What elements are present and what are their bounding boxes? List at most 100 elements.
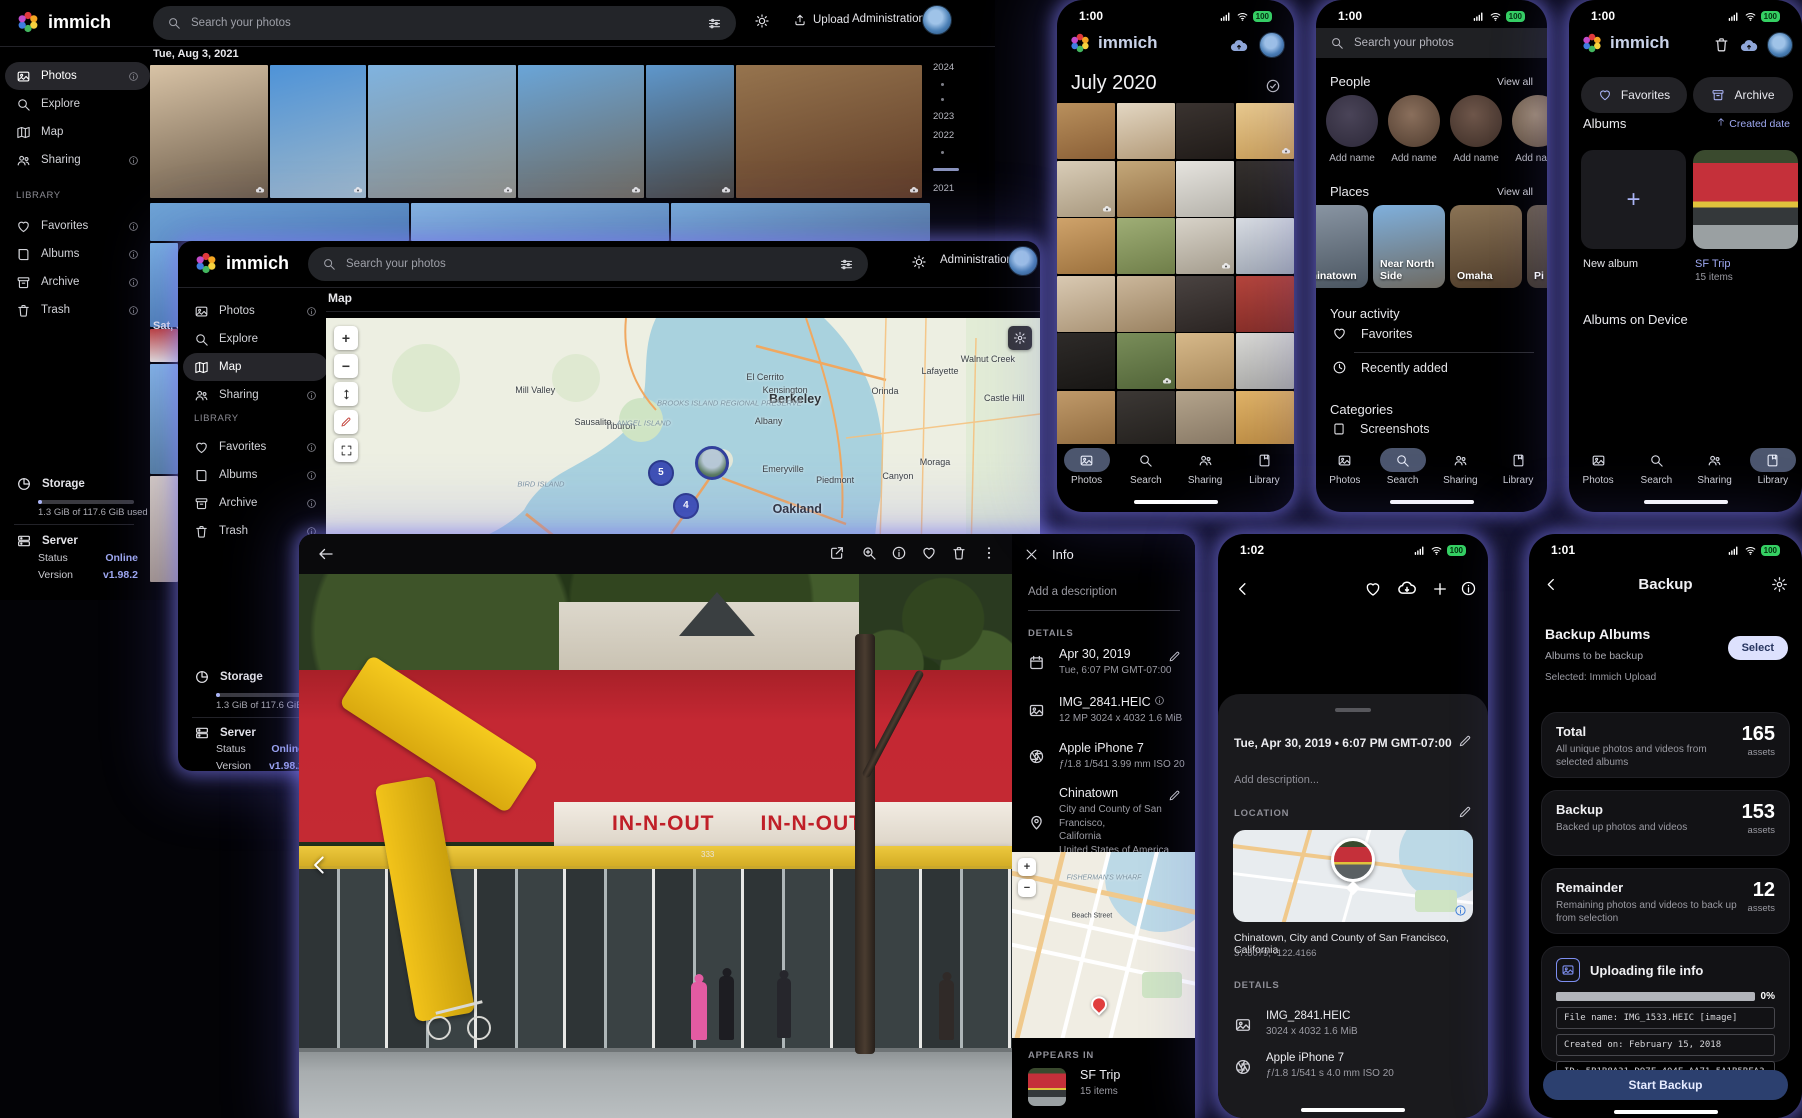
album-card-sftrip[interactable] — [1693, 150, 1798, 249]
add-name-link[interactable]: Add name — [1383, 153, 1445, 164]
map-cluster-marker[interactable]: 5 — [648, 460, 674, 486]
minimap-zoom-out[interactable]: − — [1018, 879, 1036, 897]
info-icon[interactable] — [306, 442, 317, 453]
photo-thumbnail[interactable] — [150, 65, 268, 198]
info-icon[interactable] — [1460, 580, 1477, 597]
start-backup-button[interactable]: Start Backup — [1543, 1070, 1788, 1100]
map-settings-button[interactable] — [1008, 326, 1032, 350]
nav-tab-library[interactable]: Library — [1745, 448, 1801, 486]
location-map[interactable] — [1233, 830, 1473, 922]
nav-tab-sharing[interactable]: Sharing — [1177, 448, 1233, 486]
new-album-card[interactable]: + — [1581, 150, 1686, 249]
place-card[interactable]: Omaha — [1450, 205, 1522, 288]
share-icon[interactable] — [829, 545, 845, 561]
photo-thumbnail[interactable] — [1176, 103, 1234, 159]
sidebar-item-sharing[interactable]: Sharing — [5, 146, 150, 174]
timeline-scrubber[interactable]: 2024202320222021 — [933, 58, 973, 198]
person-avatar[interactable] — [1388, 95, 1440, 147]
person-avatar[interactable] — [1450, 95, 1502, 147]
photo-thumbnail[interactable] — [1117, 333, 1175, 389]
map-zoom-in-button[interactable]: + — [334, 326, 358, 350]
map-photo-marker[interactable] — [695, 446, 729, 480]
sync-cloud-icon[interactable] — [1739, 36, 1759, 56]
sidebar-item-archive[interactable]: Archive — [183, 489, 328, 517]
nav-tab-sharing[interactable]: Sharing — [1687, 448, 1743, 486]
upload-button[interactable]: Upload — [793, 13, 849, 27]
photo-thumbnail[interactable] — [1176, 161, 1234, 217]
album-row[interactable]: SF Trip15 items — [1028, 1068, 1185, 1106]
photo-thumbnail[interactable] — [671, 203, 930, 241]
sidebar-item-albums[interactable]: Albums — [5, 240, 150, 268]
info-icon[interactable] — [306, 390, 317, 401]
theme-toggle-button[interactable] — [911, 254, 927, 270]
favorites-button[interactable]: Favorites — [1581, 77, 1687, 113]
photo-thumbnail[interactable] — [1117, 391, 1175, 445]
photo-thumbnail[interactable] — [1057, 391, 1115, 445]
photo-thumbnail[interactable] — [1236, 333, 1294, 389]
photo-thumbnail[interactable] — [1057, 218, 1115, 274]
previous-photo-button[interactable] — [307, 852, 333, 878]
photo-thumbnail[interactable] — [1236, 161, 1294, 217]
person-avatar[interactable] — [1512, 95, 1547, 147]
description-input[interactable]: Add description... — [1234, 774, 1319, 786]
place-card[interactable]: Near North Side — [1373, 205, 1445, 288]
activity-item-favorites[interactable]: Favorites — [1332, 326, 1412, 341]
administration-link[interactable]: Administration — [852, 13, 925, 25]
search-input[interactable]: Search your photos — [153, 6, 736, 40]
sidebar-item-map[interactable]: Map — [183, 353, 328, 381]
albums-sort-button[interactable]: Created date — [1716, 117, 1790, 130]
add-name-link[interactable]: Add name — [1321, 153, 1383, 164]
immich-logo[interactable]: immich — [16, 10, 111, 34]
nav-tab-photos[interactable]: Photos — [1059, 448, 1115, 486]
sidebar-item-explore[interactable]: Explore — [183, 325, 328, 353]
photo-thumbnail[interactable] — [150, 329, 178, 362]
back-button[interactable] — [1234, 580, 1252, 598]
photo-thumbnail[interactable] — [1117, 103, 1175, 159]
sidebar-item-favorites[interactable]: Favorites — [5, 212, 150, 240]
more-options-icon[interactable] — [981, 545, 997, 561]
back-button[interactable] — [317, 545, 335, 563]
photo-thumbnail[interactable] — [1117, 161, 1175, 217]
person-avatar[interactable] — [1326, 95, 1378, 147]
user-avatar[interactable] — [1259, 32, 1285, 58]
info-icon[interactable] — [128, 305, 139, 316]
sidebar-item-explore[interactable]: Explore — [5, 90, 150, 118]
drag-handle[interactable] — [1335, 708, 1371, 712]
map-cluster-marker[interactable]: 4 — [673, 493, 699, 519]
place-card[interactable]: Pi — [1527, 205, 1547, 288]
nav-tab-library[interactable]: Library — [1490, 448, 1546, 486]
people-view-all[interactable]: View all — [1497, 76, 1533, 88]
photo-thumbnail[interactable] — [736, 65, 922, 198]
administration-link[interactable]: Administration — [940, 254, 1013, 266]
photo-thumbnail[interactable] — [150, 364, 178, 474]
user-avatar[interactable] — [1008, 246, 1038, 276]
edit-date-icon[interactable] — [1168, 650, 1181, 663]
map-fullscreen-button[interactable] — [334, 438, 358, 462]
favorite-icon[interactable] — [921, 545, 937, 561]
info-icon[interactable] — [306, 306, 317, 317]
sidebar-item-favorites[interactable]: Favorites — [183, 433, 328, 461]
archive-cloud-icon[interactable] — [1397, 579, 1417, 599]
search-bar[interactable]: Search your photos — [1316, 28, 1547, 58]
photo-thumbnail[interactable] — [518, 65, 644, 198]
nav-tab-library[interactable]: Library — [1236, 448, 1292, 486]
info-icon[interactable] — [128, 221, 139, 232]
info-icon[interactable] — [306, 470, 317, 481]
edit-location-icon[interactable] — [1168, 789, 1181, 802]
minimap-zoom-in[interactable]: + — [1018, 858, 1036, 876]
photo-thumbnail[interactable] — [270, 65, 366, 198]
photo-thumbnail[interactable] — [1117, 218, 1175, 274]
photo-thumbnail[interactable] — [1236, 103, 1294, 159]
description-input[interactable]: Add a description — [1028, 586, 1117, 598]
zoom-icon[interactable] — [861, 545, 877, 561]
favorite-icon[interactable] — [1364, 580, 1382, 598]
select-albums-button[interactable]: Select — [1728, 636, 1788, 660]
sidebar-item-trash[interactable]: Trash — [5, 296, 150, 324]
place-card[interactable]: Chinatown — [1316, 205, 1368, 288]
sidebar-item-albums[interactable]: Albums — [183, 461, 328, 489]
photo-thumbnail[interactable] — [1176, 276, 1234, 332]
map-zoom-out-button[interactable]: − — [334, 354, 358, 378]
search-input[interactable]: Search your photos — [308, 247, 868, 281]
settings-gear-icon[interactable] — [1771, 576, 1788, 593]
edit-location-icon[interactable] — [1458, 805, 1472, 819]
